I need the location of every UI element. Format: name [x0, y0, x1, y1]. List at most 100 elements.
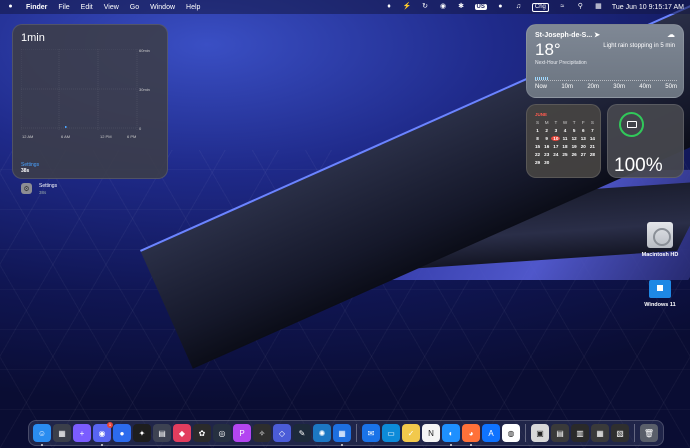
dock-signal-icon[interactable]: ●	[113, 424, 131, 442]
menu-edit[interactable]: Edit	[81, 4, 93, 11]
calendar-day[interactable]: 2	[542, 128, 551, 133]
bluetooth-icon[interactable]: ✱	[457, 3, 466, 11]
calendar-day[interactable]: 4	[560, 128, 569, 133]
battery-widget[interactable]: 100%	[607, 104, 684, 178]
calendar-today[interactable]: 10	[551, 136, 561, 141]
dock-windows-app-icon[interactable]: ▦	[333, 424, 351, 446]
spotlight-icon[interactable]: ⚲	[576, 3, 585, 11]
calendar-day[interactable]: 19	[570, 144, 579, 149]
wifi-icon[interactable]: ≈	[558, 3, 567, 11]
dock-cleaner-icon[interactable]: ◆	[173, 424, 191, 442]
user-status-icon[interactable]: ●	[496, 3, 505, 11]
calendar-day[interactable]: 5	[570, 128, 579, 133]
menu-clock[interactable]: Tue Jun 10 9:15:17 AM	[612, 4, 684, 11]
calendar-day[interactable]: 26	[570, 152, 579, 157]
calendar-day[interactable]: 28	[588, 152, 597, 157]
calendar-day[interactable]: 22	[533, 152, 542, 157]
desktop-icon-macintosh-hd[interactable]: Macintosh HD	[630, 222, 690, 258]
calendar-day[interactable]: 7	[588, 128, 597, 133]
dock-blender-icon[interactable]: ◎	[213, 424, 231, 442]
volume-icon[interactable]: ♫	[514, 3, 523, 11]
dock-figma-icon[interactable]: ✦	[133, 424, 151, 442]
calendar-day[interactable]: 29	[533, 160, 542, 165]
dock-preview-2-icon[interactable]: ▤	[551, 424, 569, 442]
record-status-icon[interactable]: ◉	[439, 3, 448, 11]
calendar-day[interactable]: 15	[533, 144, 542, 149]
dock-separator	[634, 424, 635, 442]
desktop-icon-windows[interactable]: Windows 11	[630, 280, 690, 308]
tick-30m: 30m	[613, 84, 625, 90]
dock-mail-icon[interactable]: ✉	[362, 424, 380, 442]
dock-phpstorm-icon[interactable]: P	[233, 424, 251, 442]
dock-preview-3-icon[interactable]: ▥	[571, 424, 589, 442]
x-label-6pm: 6 PM	[127, 134, 136, 139]
weather-location: St-Joseph-de-S... ➤	[535, 32, 601, 39]
dock-notes-icon[interactable]: ✓	[402, 424, 420, 442]
y-label-60: 60min	[139, 49, 150, 53]
menu-go[interactable]: Go	[130, 4, 139, 11]
dock-network-icon[interactable]: ✺	[313, 424, 331, 442]
menu-view[interactable]: View	[104, 4, 119, 11]
calendar-day[interactable]: 23	[542, 152, 551, 157]
calendar-day[interactable]: 21	[588, 144, 597, 149]
apple-menu-icon[interactable]: ●	[6, 3, 15, 11]
dock-onyx-icon[interactable]: ✧	[253, 424, 271, 442]
calendar-day[interactable]: 13	[579, 136, 588, 141]
dock-discord-icon[interactable]: ◉ 1	[93, 422, 113, 446]
dock-xcode-tool-icon[interactable]: ✎	[293, 424, 311, 442]
weekday-header: F	[581, 120, 585, 125]
dock-app-store-icon[interactable]: A	[482, 424, 500, 442]
dock-craft-icon[interactable]: +	[73, 424, 91, 442]
calendar-day[interactable]: 14	[588, 136, 597, 141]
dock-disk-util-icon[interactable]: ◇	[273, 424, 291, 442]
keyboard-input-source[interactable]: US	[474, 4, 487, 10]
bolt-status-icon[interactable]: ⚡	[403, 3, 412, 11]
calendar-day[interactable]: 8	[533, 136, 542, 141]
calendar-day[interactable]: 3	[551, 128, 560, 133]
dock-trash-icon[interactable]: 🗑	[640, 424, 658, 442]
sync-status-icon[interactable]: ↻	[421, 3, 430, 11]
dock-safari-icon[interactable]: ◐	[442, 424, 460, 446]
calendar-day[interactable]: 17	[551, 144, 560, 149]
calendar-day[interactable]: 25	[560, 152, 569, 157]
dock-notion-icon[interactable]: N	[422, 424, 440, 442]
control-center-icon[interactable]: ▦	[594, 3, 603, 11]
dock-finder-icon[interactable]: ☺	[33, 424, 51, 446]
calendar-day[interactable]: 27	[579, 152, 588, 157]
cat-status-icon[interactable]: ♦	[385, 3, 394, 11]
menu-window[interactable]: Window	[150, 4, 175, 11]
dock-launchpad-icon[interactable]: ▦	[53, 424, 71, 442]
dock-preview-1-icon[interactable]: ▣	[531, 424, 549, 442]
calendar-day[interactable]: 30	[542, 160, 551, 165]
calendar-day[interactable]: 1	[533, 128, 542, 133]
tick-40m: 40m	[639, 84, 651, 90]
calendar-day[interactable]: 9	[542, 136, 551, 141]
calendar-day[interactable]: 16	[542, 144, 551, 149]
dock-files-icon[interactable]: ▤	[153, 424, 171, 442]
dock-chrome-icon[interactable]: ◍	[502, 424, 520, 442]
windows-app-icon	[649, 280, 671, 298]
precipitation-drizzle	[535, 77, 549, 80]
calendar-day[interactable]: 24	[551, 152, 560, 157]
weather-widget[interactable]: St-Joseph-de-S... ➤ 18° ☁ Light rain sto…	[526, 24, 684, 98]
weather-subtitle: Next-Hour Precipitation	[535, 60, 587, 66]
battery-status[interactable]: Chg	[531, 2, 549, 12]
calendar-day[interactable]: 12	[570, 136, 579, 141]
app-menu-finder[interactable]: Finder	[26, 4, 47, 11]
screen-time-widget[interactable]: 1min 60min 30min 0 12 AM 6 AM 12 PM 6 PM…	[12, 24, 168, 195]
calendar-day[interactable]: 11	[560, 136, 569, 141]
calendar-widget[interactable]: JUNE S M T W T F S 1 2 3 4 5 6 7 8 9 10 11 12 13 14 15 16 17 18 1…	[526, 104, 601, 178]
precipitation-bar	[535, 71, 677, 81]
dock-preview-4-icon[interactable]: ▦	[591, 424, 609, 442]
running-indicator	[470, 444, 472, 446]
dock-firefox-icon[interactable]: ◕	[462, 424, 480, 446]
calendar-day[interactable]: 20	[579, 144, 588, 149]
calendar-day[interactable]: 18	[560, 144, 569, 149]
menu-help[interactable]: Help	[186, 4, 200, 11]
menu-bar: ● Finder File Edit View Go Window Help ♦…	[0, 0, 690, 14]
dock-fl-studio-icon[interactable]: ✿	[193, 424, 211, 442]
menu-file[interactable]: File	[58, 4, 69, 11]
dock-screens-icon[interactable]: ▭	[382, 424, 400, 442]
calendar-day[interactable]: 6	[579, 128, 588, 133]
dock-preview-5-icon[interactable]: ▧	[611, 424, 629, 442]
